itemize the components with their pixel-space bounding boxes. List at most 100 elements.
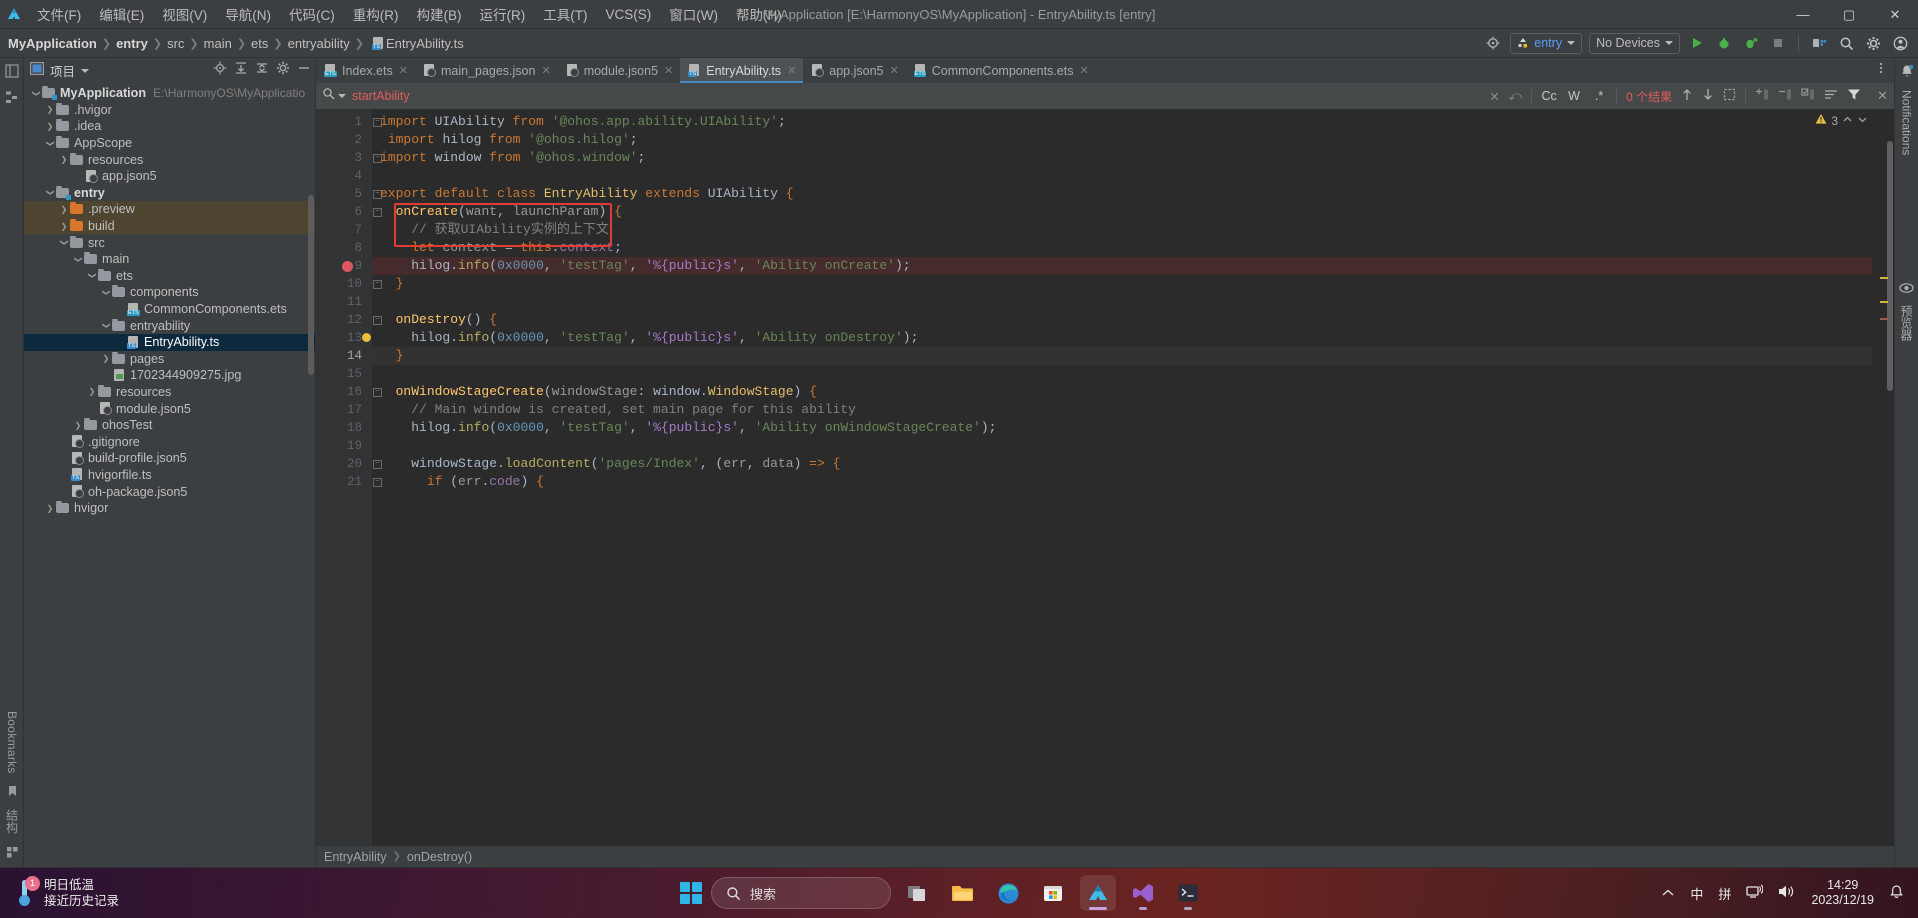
task-view-icon[interactable] xyxy=(900,875,936,911)
chevron-right-icon[interactable]: ❯ xyxy=(86,387,98,396)
tree-node[interactable]: ❯entryability xyxy=(24,317,315,334)
expand-all-icon[interactable] xyxy=(234,61,248,80)
search-history-icon[interactable] xyxy=(338,94,346,98)
run-configuration-selector[interactable]: entry xyxy=(1510,33,1582,54)
editor-tab[interactable]: TSEntryAbility.ts✕ xyxy=(680,58,803,83)
tree-node[interactable]: ❯resources xyxy=(24,151,315,168)
grid-icon[interactable] xyxy=(3,843,21,861)
intention-bulb-icon[interactable] xyxy=(362,333,371,342)
deveco-studio-icon[interactable] xyxy=(1080,875,1116,911)
code-line[interactable]: // 获取UIAbility实例的上下文 xyxy=(372,221,1872,239)
bell-icon[interactable] xyxy=(1900,64,1914,84)
chevron-down-icon[interactable]: ❯ xyxy=(72,255,84,264)
tree-node[interactable]: ❯entry xyxy=(24,185,315,202)
taskbar-clock[interactable]: 14:29 2023/12/19 xyxy=(1811,878,1874,908)
previewer-label[interactable]: 预览器 xyxy=(1898,305,1915,341)
debug-icon[interactable] xyxy=(1714,33,1734,53)
code-line[interactable]: import window from '@ohos.window'; xyxy=(372,149,1872,167)
settings-gear-icon[interactable] xyxy=(1863,33,1883,53)
ime-pinyin-label[interactable]: 拼 xyxy=(1718,884,1731,903)
terminal-icon[interactable] xyxy=(1170,875,1206,911)
run-icon[interactable] xyxy=(1687,33,1707,53)
menu-code[interactable]: 代码(C) xyxy=(280,1,344,27)
chevron-right-icon[interactable]: ❯ xyxy=(44,105,56,114)
more-options-icon[interactable] xyxy=(1874,61,1888,80)
project-icon[interactable] xyxy=(3,62,21,80)
taskbar-search-box[interactable]: 搜索 xyxy=(711,877,891,909)
code-line[interactable]: hilog.info(0x0000, 'testTag', '%{public}… xyxy=(372,257,1872,275)
code-line[interactable] xyxy=(372,365,1872,383)
edge-browser-icon[interactable] xyxy=(990,875,1026,911)
close-button[interactable]: ✕ xyxy=(1872,0,1918,29)
menu-file[interactable]: 文件(F) xyxy=(28,1,90,27)
code-line[interactable]: import hilog from '@ohos.hilog'; xyxy=(372,131,1872,149)
file-explorer-icon[interactable] xyxy=(945,875,981,911)
bookmarks-label[interactable]: Bookmarks xyxy=(5,711,19,774)
code-line[interactable]: let context = this.context; xyxy=(372,239,1872,257)
maximize-button[interactable]: ▢ xyxy=(1826,0,1872,29)
code-editor[interactable]: 1−23−45−6−78910−1112−1314−1516−17181920−… xyxy=(316,109,1894,846)
menu-help[interactable]: 帮助(H) xyxy=(727,1,791,27)
chevron-down-icon[interactable]: ❯ xyxy=(86,271,98,280)
hide-panel-icon[interactable] xyxy=(297,61,311,80)
menu-view[interactable]: 视图(V) xyxy=(153,1,216,27)
structure-label[interactable]: 结构 xyxy=(4,809,21,834)
attach-debugger-icon[interactable] xyxy=(1741,33,1761,53)
eye-icon[interactable] xyxy=(1899,281,1914,299)
menu-refactor[interactable]: 重构(R) xyxy=(344,1,408,27)
tree-node[interactable]: .gitignore xyxy=(24,433,315,450)
tree-node[interactable]: ❯ets xyxy=(24,268,315,285)
chevron-up-icon[interactable] xyxy=(1842,114,1853,128)
chevron-down-icon[interactable]: ❯ xyxy=(100,321,112,330)
bookmark-flag-icon[interactable] xyxy=(3,782,21,800)
inspection-widget[interactable]: 3 xyxy=(1815,113,1868,128)
chevron-right-icon[interactable]: ❯ xyxy=(58,155,70,164)
tree-node[interactable]: TShvigorfile.ts xyxy=(24,467,315,484)
tree-node[interactable]: ❯.hvigor xyxy=(24,102,315,119)
breadcrumb-ets[interactable]: ets xyxy=(251,36,268,51)
search-history-icon[interactable]: ⤺ xyxy=(1509,89,1522,104)
minimize-button[interactable]: — xyxy=(1780,0,1826,29)
tree-scrollbar[interactable] xyxy=(308,195,314,375)
tree-node[interactable]: ❯.preview xyxy=(24,201,315,218)
breadcrumb-module[interactable]: entry xyxy=(116,36,148,51)
code-line[interactable] xyxy=(372,293,1872,311)
device-selector[interactable]: No Devices xyxy=(1589,33,1680,54)
network-icon[interactable] xyxy=(1746,884,1763,902)
breadcrumb-project[interactable]: MyApplication xyxy=(8,36,97,51)
target-icon[interactable] xyxy=(1483,33,1503,53)
editor-tab[interactable]: main_pages.json✕ xyxy=(415,58,558,83)
code-line[interactable]: if (err.code) { xyxy=(372,473,1872,491)
chevron-down-icon[interactable]: ❯ xyxy=(44,139,56,148)
remove-line-icon[interactable] xyxy=(1778,88,1792,104)
tree-node[interactable]: ❯components xyxy=(24,284,315,301)
tree-node[interactable]: ETSCommonComponents.ets xyxy=(24,301,315,318)
code-line[interactable]: hilog.info(0x0000, 'testTag', '%{public}… xyxy=(372,329,1872,347)
whole-words-toggle[interactable]: W xyxy=(1566,89,1582,103)
tree-node[interactable]: ❯build xyxy=(24,218,315,235)
code-line[interactable]: } xyxy=(372,347,1872,365)
menu-navigate[interactable]: 导航(N) xyxy=(216,1,280,27)
account-icon[interactable] xyxy=(1890,33,1910,53)
breadcrumb-method[interactable]: onDestroy() xyxy=(407,850,472,864)
collapse-all-icon[interactable] xyxy=(255,61,269,80)
close-tab-icon[interactable]: ✕ xyxy=(664,64,673,77)
device-manager-icon[interactable] xyxy=(1809,33,1829,53)
gear-icon[interactable] xyxy=(276,61,290,80)
breadcrumb-main[interactable]: main xyxy=(204,36,232,51)
code-line[interactable]: import UIAbility from '@ohos.app.ability… xyxy=(372,113,1872,131)
clear-icon[interactable]: ✕ xyxy=(1489,89,1499,104)
select-all-icon[interactable] xyxy=(1723,88,1736,104)
close-tab-icon[interactable]: ✕ xyxy=(787,64,796,77)
visual-studio-icon[interactable] xyxy=(1125,875,1161,911)
breadcrumb-file[interactable]: EntryAbility.ts xyxy=(386,36,464,51)
close-tab-icon[interactable]: ✕ xyxy=(890,64,899,77)
close-tab-icon[interactable]: ✕ xyxy=(1079,64,1088,77)
stop-icon[interactable] xyxy=(1768,33,1788,53)
check-line-icon[interactable] xyxy=(1801,88,1815,104)
code-line[interactable] xyxy=(372,167,1872,185)
find-input[interactable]: startAbility xyxy=(352,89,410,103)
taskbar-weather-widget[interactable]: 1 明日低温 接近历史记录 xyxy=(0,877,680,909)
tree-node[interactable]: oh-package.json5 xyxy=(24,483,315,500)
code-line[interactable]: hilog.info(0x0000, 'testTag', '%{public}… xyxy=(372,419,1872,437)
